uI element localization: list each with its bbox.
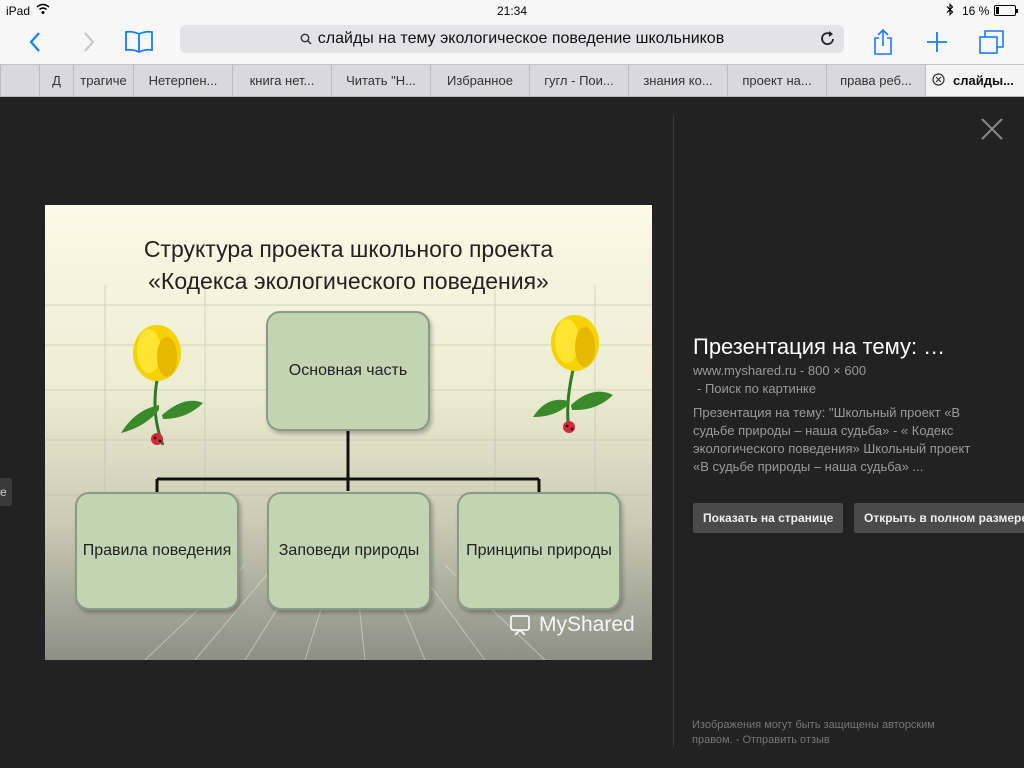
slide-title-line: Структура проекта школьного проекта bbox=[143, 236, 554, 262]
tab-label: знания ко... bbox=[643, 73, 713, 88]
tab-label: Д bbox=[52, 73, 61, 88]
show-on-page-button[interactable]: Показать на странице bbox=[693, 503, 844, 533]
watermark-text: MyShared bbox=[539, 613, 635, 636]
tab-item[interactable]: Нетерпен... bbox=[134, 65, 233, 96]
battery-percent: 16 % bbox=[962, 4, 990, 18]
tab-item-active[interactable]: слайды... bbox=[926, 65, 1024, 96]
tab-label: права реб... bbox=[840, 73, 912, 88]
tab-item[interactable] bbox=[0, 65, 40, 96]
tab-label: книга нет... bbox=[249, 73, 315, 88]
search-icon bbox=[300, 33, 312, 45]
tab-item[interactable]: Читать "Н... bbox=[332, 65, 431, 96]
myshared-logo-icon bbox=[510, 615, 530, 636]
forward-button[interactable] bbox=[76, 24, 102, 60]
slide-title-line: «Кодекса экологического поведения» bbox=[148, 268, 549, 294]
tab-item[interactable]: права реб... bbox=[827, 65, 926, 96]
battery-icon bbox=[994, 5, 1018, 16]
image-viewer: е Структура проекта школьного проекта «К… bbox=[0, 97, 1024, 768]
preview-image[interactable]: Структура проекта школьного проекта «Код… bbox=[45, 205, 652, 660]
search-by-image-link[interactable]: - Поиск по картинке bbox=[697, 381, 816, 396]
new-tab-button[interactable] bbox=[922, 24, 952, 60]
tabs-icon bbox=[979, 30, 1004, 54]
tabs-overview-button[interactable] bbox=[976, 24, 1008, 60]
result-source: www.myshared.ru - 800 × 600 bbox=[693, 363, 867, 378]
slide-box-commandments: Заповеди природы bbox=[267, 492, 431, 610]
tab-item[interactable]: книга нет... bbox=[233, 65, 332, 96]
copyright-note: Изображения могут быть защищены авторски… bbox=[692, 718, 962, 748]
panel-divider bbox=[673, 115, 674, 747]
tab-bar: Д трагиче Нетерпен... книга нет... Читат… bbox=[0, 64, 1024, 97]
tab-label: проект на... bbox=[742, 73, 812, 88]
tab-label: гугл - Пои... bbox=[544, 73, 614, 88]
close-icon bbox=[981, 118, 1003, 140]
status-bar: iPad 21:34 16 % bbox=[0, 0, 1024, 22]
close-viewer-button[interactable] bbox=[978, 115, 1006, 143]
tab-label: Нетерпен... bbox=[148, 73, 218, 88]
browser-toolbar: слайды на тему экологическое поведение ш… bbox=[0, 22, 1024, 64]
tab-label: Читать "Н... bbox=[346, 73, 416, 88]
tab-item[interactable]: Д bbox=[40, 65, 74, 96]
clock: 21:34 bbox=[496, 4, 528, 18]
flower-right-icon bbox=[533, 315, 613, 433]
tab-item[interactable]: проект на... bbox=[728, 65, 827, 96]
watermark: MyShared bbox=[507, 613, 635, 637]
reload-icon bbox=[821, 31, 834, 45]
chevron-right-icon bbox=[84, 32, 95, 52]
book-icon bbox=[125, 30, 153, 54]
tab-item[interactable]: знания ко... bbox=[629, 65, 728, 96]
share-icon bbox=[874, 28, 892, 55]
tab-item[interactable]: Избранное bbox=[431, 65, 530, 96]
feedback-link[interactable]: - Отправить отзыв bbox=[736, 734, 830, 746]
bookmarks-button[interactable] bbox=[122, 24, 156, 60]
open-full-size-button[interactable]: Открыть в полном размере bbox=[854, 503, 1024, 533]
tab-item[interactable]: гугл - Пои... bbox=[530, 65, 629, 96]
tab-close-button[interactable] bbox=[932, 72, 945, 89]
plus-icon bbox=[927, 32, 947, 52]
back-button[interactable] bbox=[22, 24, 48, 60]
url-text: слайды на тему экологическое поведение ш… bbox=[317, 30, 725, 47]
tab-label: слайды... bbox=[953, 73, 1014, 88]
address-bar[interactable]: слайды на тему экологическое поведение ш… bbox=[180, 25, 844, 53]
tab-label: трагиче bbox=[80, 73, 127, 88]
close-circle-icon bbox=[932, 72, 945, 86]
chevron-left-icon bbox=[29, 32, 40, 52]
result-description: Презентация на тему: "Школьный проект «В… bbox=[693, 405, 971, 474]
reload-button[interactable] bbox=[820, 30, 836, 52]
slide-box-principles: Принципы природы bbox=[457, 492, 621, 610]
slide-title: Структура проекта школьного проекта «Код… bbox=[45, 233, 652, 297]
tab-label: Избранное bbox=[447, 73, 513, 88]
tab-item[interactable]: трагиче bbox=[74, 65, 134, 96]
flower-left-icon bbox=[121, 325, 203, 446]
previous-result-button[interactable]: е bbox=[0, 478, 12, 506]
slide-box-rules: Правила поведения bbox=[75, 492, 239, 610]
share-button[interactable] bbox=[868, 24, 898, 60]
slide-box-main: Основная часть bbox=[266, 311, 430, 431]
bluetooth-icon bbox=[946, 3, 954, 19]
side-label: е bbox=[0, 485, 7, 499]
result-title[interactable]: Презентация на тему: … bbox=[693, 334, 993, 360]
